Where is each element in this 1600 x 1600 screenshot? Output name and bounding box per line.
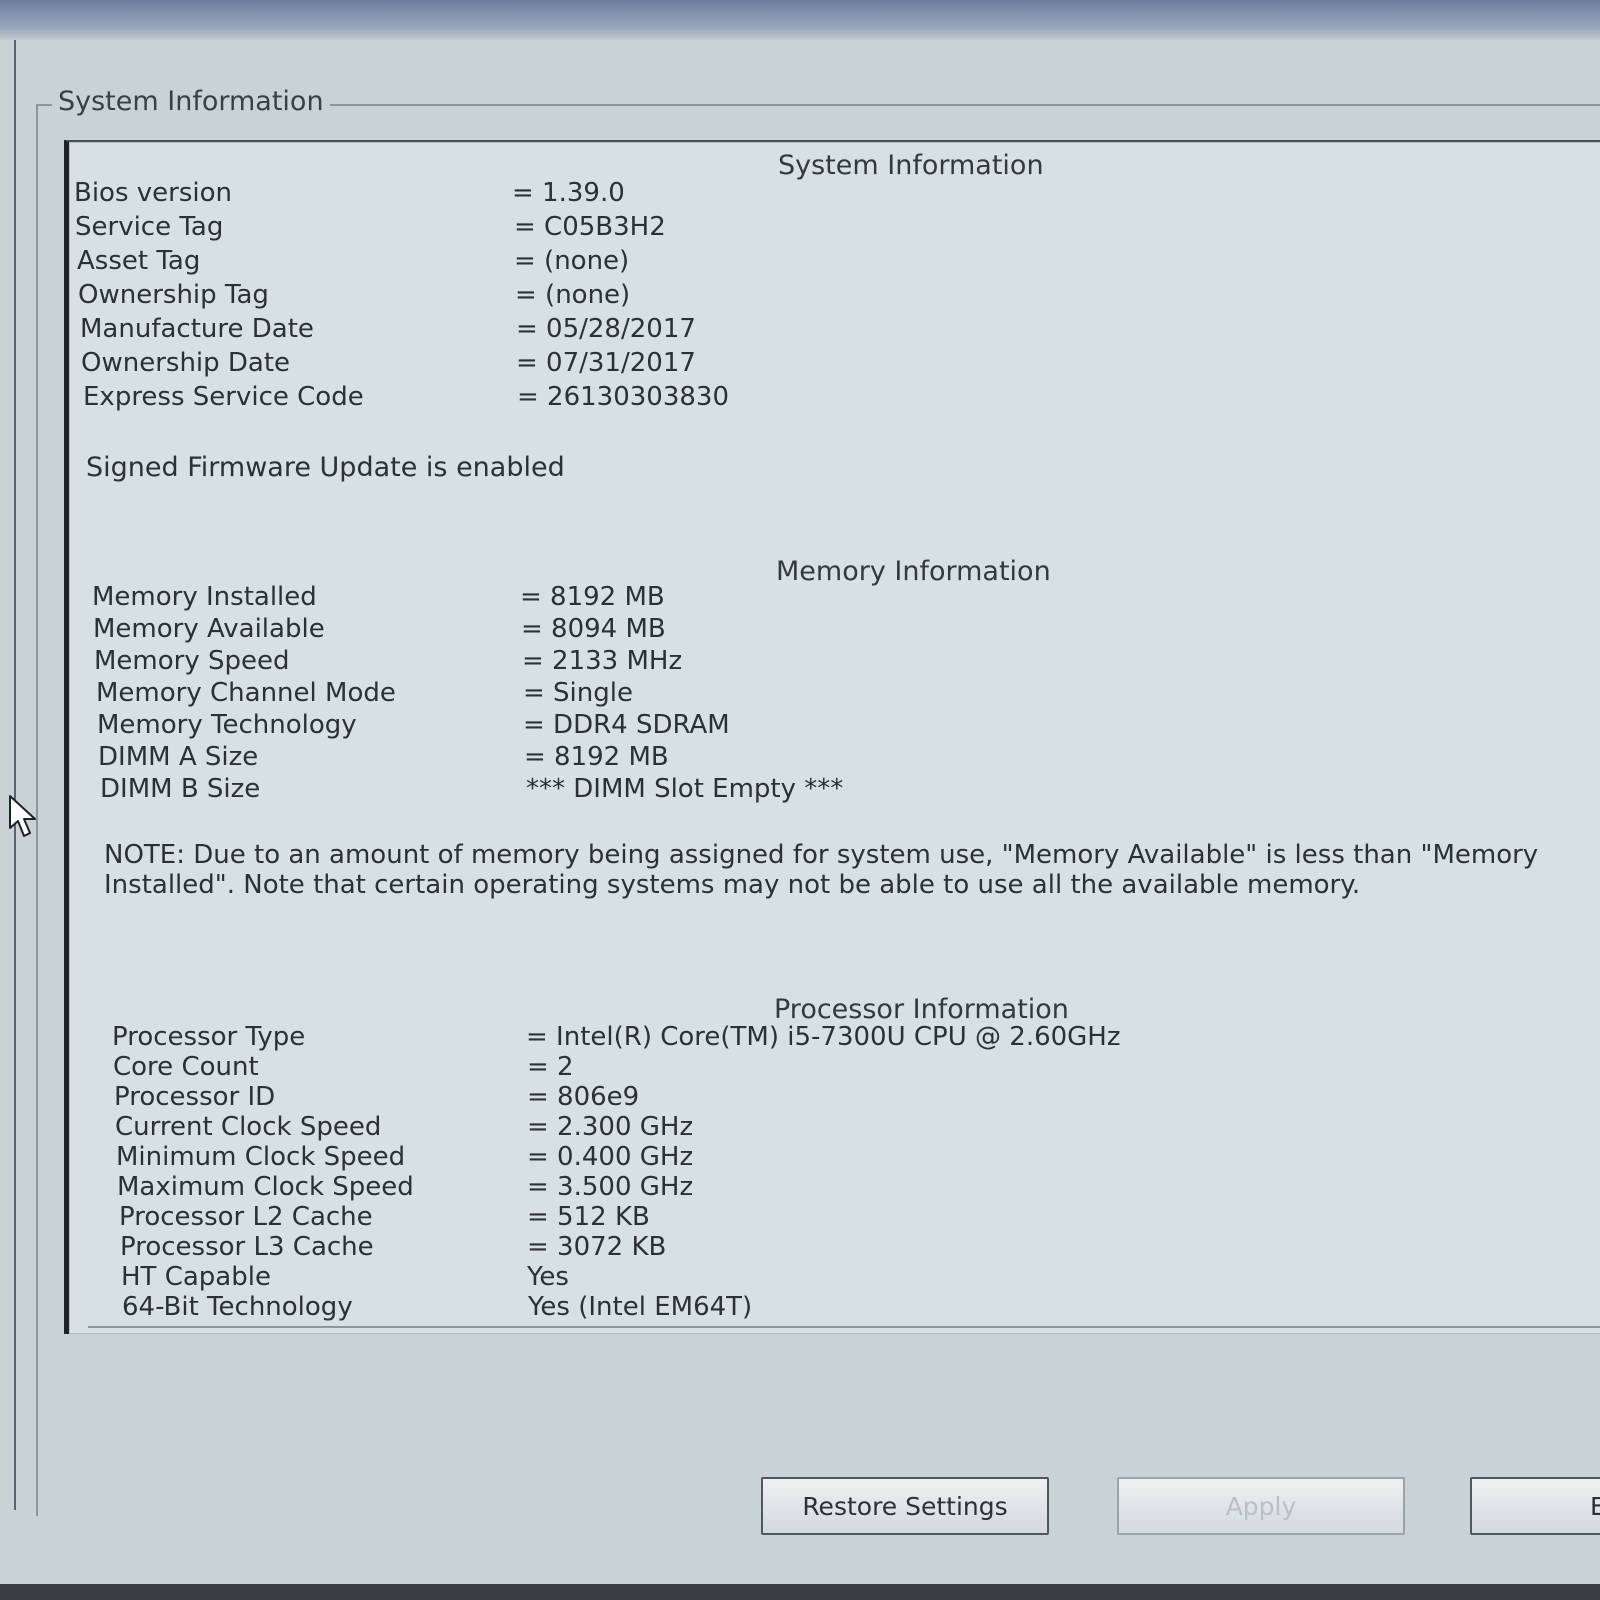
row-label: Memory Channel Mode [96, 678, 396, 708]
row-label: Processor L3 Cache [120, 1232, 374, 1262]
row-value: = Intel(R) Core(TM) i5-7300U CPU @ 2.60G… [526, 1022, 1121, 1052]
group-title: System Information [52, 86, 330, 117]
row-label: DIMM B Size [100, 774, 261, 804]
row-value: = 8094 MB [521, 614, 666, 644]
row-label: Service Tag [75, 212, 224, 242]
row-label: Processor L2 Cache [119, 1202, 373, 1232]
row-value: = C05B3H2 [514, 212, 666, 242]
row-value: = 3072 KB [527, 1232, 667, 1262]
row-label: Memory Technology [97, 710, 357, 740]
row-label: Processor ID [114, 1082, 276, 1112]
row-value: = 8192 MB [520, 582, 665, 612]
row-value: = (none) [514, 246, 630, 276]
memory-information-title: Memory Information [776, 556, 1051, 587]
apply-button[interactable]: Apply [1117, 1477, 1405, 1535]
exit-button[interactable]: E [1470, 1477, 1600, 1535]
row-label: Core Count [113, 1052, 259, 1082]
row-value: = 2.300 GHz [527, 1112, 694, 1142]
row-label: Minimum Clock Speed [116, 1142, 406, 1172]
row-label: Current Clock Speed [115, 1112, 382, 1142]
panel-divider [88, 1326, 1600, 1328]
window-left-edge [0, 40, 16, 1510]
restore-settings-button[interactable]: Restore Settings [761, 1477, 1049, 1535]
system-information-title: System Information [778, 150, 1044, 181]
row-label: HT Capable [121, 1262, 271, 1292]
row-label: Memory Speed [94, 646, 290, 676]
memory-note: NOTE: Due to an amount of memory being a… [104, 840, 1539, 900]
row-value: = Single [523, 678, 633, 708]
row-label: Ownership Tag [78, 280, 269, 310]
row-label: Memory Available [93, 614, 325, 644]
row-value: Yes (Intel EM64T) [528, 1292, 753, 1322]
row-value: = 2133 MHz [522, 646, 683, 676]
row-value: = 3.500 GHz [527, 1172, 694, 1202]
row-value: = (none) [515, 280, 631, 310]
row-label: Express Service Code [83, 382, 364, 412]
row-value: = 05/28/2017 [516, 314, 696, 344]
processor-information-title: Processor Information [774, 994, 1069, 1025]
row-value: = 806e9 [527, 1082, 640, 1112]
row-label: Asset Tag [77, 246, 201, 276]
window-top-bar [0, 0, 1600, 40]
row-label: 64-Bit Technology [122, 1292, 353, 1322]
row-label: Bios version [74, 178, 233, 208]
row-label: Processor Type [112, 1022, 306, 1052]
row-value: = 26130303830 [517, 382, 730, 412]
row-value: = 0.400 GHz [527, 1142, 694, 1172]
exit-button-label: E [1590, 1491, 1600, 1521]
row-value: = 2 [527, 1052, 574, 1082]
row-label: Manufacture Date [80, 314, 314, 344]
row-value: = 07/31/2017 [516, 348, 696, 378]
signed-firmware-status: Signed Firmware Update is enabled [86, 452, 565, 483]
row-value: = 8192 MB [524, 742, 669, 772]
row-value: = 512 KB [527, 1202, 650, 1232]
row-value: *** DIMM Slot Empty *** [526, 774, 844, 804]
screen-bottom-edge [0, 1584, 1600, 1600]
row-label: Memory Installed [92, 582, 317, 612]
row-value: = 1.39.0 [512, 178, 625, 208]
row-value: = DDR4 SDRAM [523, 710, 730, 740]
mouse-cursor-icon [9, 795, 36, 837]
row-label: Maximum Clock Speed [117, 1172, 414, 1202]
row-label: Ownership Date [81, 348, 291, 378]
row-value: Yes [527, 1262, 569, 1292]
row-label: DIMM A Size [98, 742, 259, 772]
